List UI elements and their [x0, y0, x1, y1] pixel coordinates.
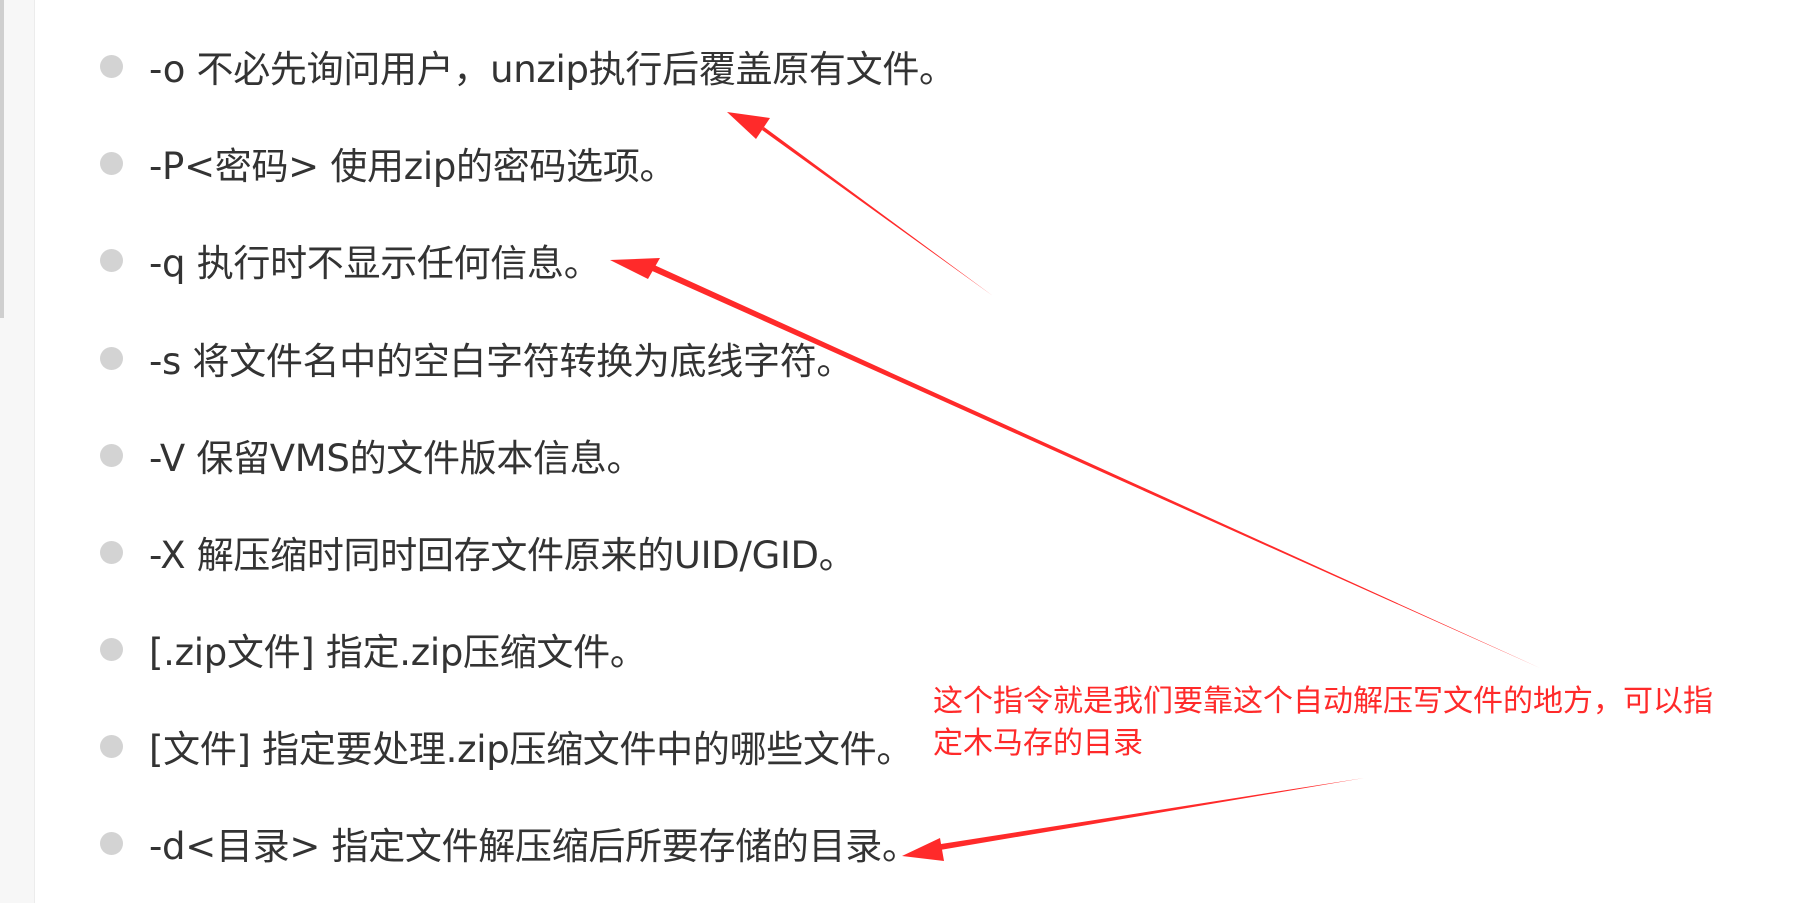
annotation-note: 这个指令就是我们要靠这个自动解压写文件的地方，可以指 定木马存的目录 — [933, 681, 1793, 765]
list-item: -q 执行时不显示任何信息。 — [100, 230, 601, 290]
bullet-icon — [100, 637, 123, 661]
bullet-icon — [100, 831, 123, 855]
annotation-line-2: 定木马存的目录 — [933, 726, 1143, 761]
list-item: -V 保留VMS的文件版本信息。 — [100, 425, 643, 485]
option-text: [文件] 指定要处理.zip压缩文件中的哪些文件。 — [149, 728, 914, 771]
list-item: -o 不必先询问用户，unzip执行后覆盖原有文件。 — [100, 36, 956, 96]
option-text: -d<目录> 指定文件解压缩后所要存储的目录。 — [149, 825, 919, 868]
bullet-icon — [100, 54, 123, 78]
document-page: -o 不必先询问用户，unzip执行后覆盖原有文件。 -P<密码> 使用zip的… — [0, 0, 1798, 903]
list-item: -s 将文件名中的空白字符转换为底线字符。 — [100, 328, 853, 388]
list-item: [.zip文件] 指定.zip压缩文件。 — [100, 619, 647, 679]
list-item: -d<目录> 指定文件解压缩后所要存储的目录。 — [100, 813, 919, 873]
bullet-icon — [100, 443, 123, 467]
option-text: -q 执行时不显示任何信息。 — [149, 242, 601, 285]
option-text: -o 不必先询问用户，unzip执行后覆盖原有文件。 — [149, 48, 956, 91]
option-text: -V 保留VMS的文件版本信息。 — [149, 437, 644, 480]
bullet-icon — [100, 734, 123, 758]
bullet-icon — [100, 248, 123, 272]
unzip-option-list: -o 不必先询问用户，unzip执行后覆盖原有文件。 -P<密码> 使用zip的… — [0, 0, 1100, 903]
option-text: -s 将文件名中的空白字符转换为底线字符。 — [149, 340, 854, 383]
bullet-icon — [100, 151, 123, 175]
list-item: -P<密码> 使用zip的密码选项。 — [100, 133, 677, 193]
option-text: -X 解压缩时同时回存文件原来的UID/GID。 — [149, 534, 856, 577]
option-text: [.zip文件] 指定.zip压缩文件。 — [149, 631, 647, 674]
bullet-icon — [100, 540, 123, 564]
list-item: [文件] 指定要处理.zip压缩文件中的哪些文件。 — [100, 716, 913, 776]
option-text: -P<密码> 使用zip的密码选项。 — [149, 145, 677, 188]
bullet-icon — [100, 346, 123, 370]
annotation-line-1: 这个指令就是我们要靠这个自动解压写文件的地方，可以指 — [933, 684, 1713, 719]
list-item: -X 解压缩时同时回存文件原来的UID/GID。 — [100, 522, 856, 582]
